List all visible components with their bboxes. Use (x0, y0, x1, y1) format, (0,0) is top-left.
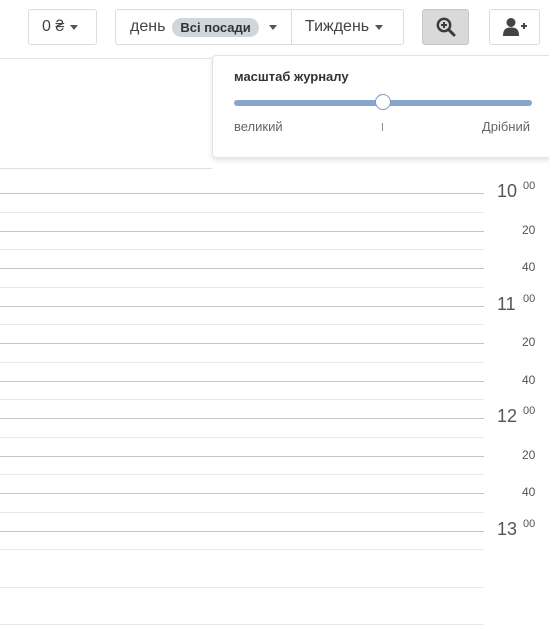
minute-line (0, 455, 484, 457)
chevron-down-icon (375, 24, 384, 30)
hour-label: 13 (497, 518, 518, 539)
day-positions-dropdown[interactable]: день Всі посади (115, 9, 292, 45)
day-label: день (130, 18, 166, 35)
hour-minutes-label: 00 (523, 292, 536, 305)
minute-line (0, 268, 484, 269)
timeline-grid[interactable]: 10 00 20 40 11 00 20 40 12 00 20 40 13 00 (0, 168, 549, 625)
hour-line (0, 418, 484, 419)
grid-subline (0, 286, 484, 288)
zoom-max-label: Дрібний (481, 119, 530, 134)
add-user-icon (502, 18, 527, 36)
zoom-slider-thumb[interactable] (375, 94, 391, 110)
zoom-popover: масштаб журналу великий Дрібний (212, 55, 549, 158)
minute-line (0, 343, 484, 344)
hour-line (0, 193, 484, 194)
zoom-popover-title: масштаб журналу (234, 69, 349, 84)
grid-subline (0, 436, 484, 438)
chevron-down-icon (268, 24, 277, 30)
hour-line (0, 305, 484, 307)
minute-line (0, 380, 484, 382)
grid-subline (0, 324, 484, 326)
grid-subline (0, 586, 484, 588)
positions-badge: Всі посади (172, 17, 259, 37)
hour-line (0, 530, 484, 532)
hour-minutes-label: 00 (523, 180, 536, 192)
grid-subline (0, 399, 484, 401)
zoom-button[interactable] (422, 9, 469, 45)
currency-dropdown[interactable]: 0 ₴ (28, 9, 97, 45)
zoom-min-label: великий (234, 119, 283, 134)
minute-label: 20 (522, 335, 536, 349)
header-panel (0, 59, 212, 169)
minute-label: 20 (522, 447, 536, 462)
zoom-slider-tick (382, 123, 383, 131)
grid-subline (0, 549, 484, 551)
week-view-dropdown[interactable]: Тиждень (291, 9, 404, 45)
hour-label: 11 (497, 293, 516, 314)
grid-subline (0, 249, 484, 251)
grid-subline (0, 361, 484, 363)
minute-label: 40 (522, 485, 536, 499)
minute-line (0, 493, 484, 494)
add-user-button[interactable] (489, 9, 540, 45)
minute-label: 20 (522, 222, 536, 237)
grid-subline (0, 474, 484, 476)
chevron-down-icon (70, 24, 79, 30)
hour-minutes-label: 00 (523, 517, 536, 530)
week-label: Тиждень (305, 18, 370, 35)
minute-label: 40 (522, 260, 536, 274)
zoom-in-icon (436, 17, 455, 37)
hour-minutes-label: 00 (523, 405, 536, 417)
grid-subline (0, 511, 484, 513)
grid-subline (0, 211, 484, 213)
top-toolbar: 0 ₴ день Всі посади Тиждень (0, 0, 549, 59)
minute-line (0, 230, 484, 232)
currency-label: 0 ₴ (42, 18, 65, 35)
minute-label: 40 (522, 372, 536, 387)
hour-label: 10 (497, 181, 518, 201)
hour-label: 12 (497, 406, 518, 426)
